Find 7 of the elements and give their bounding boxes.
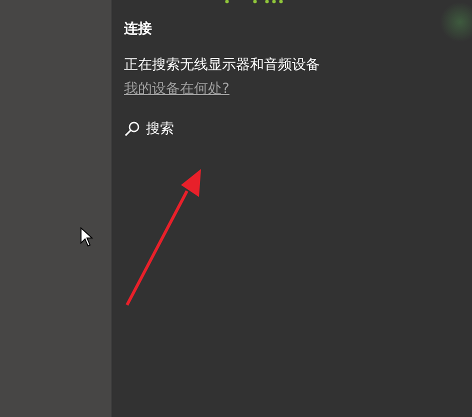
cursor-icon bbox=[80, 227, 94, 247]
panel-title: 连接 bbox=[124, 20, 153, 38]
status-text: 正在搜索无线显示器和音频设备 bbox=[124, 56, 321, 74]
dots-icon bbox=[224, 0, 284, 5]
search-icon bbox=[124, 121, 140, 137]
search-button[interactable]: 搜索 bbox=[124, 120, 174, 138]
help-link[interactable]: 我的设备在何处? bbox=[124, 80, 230, 98]
